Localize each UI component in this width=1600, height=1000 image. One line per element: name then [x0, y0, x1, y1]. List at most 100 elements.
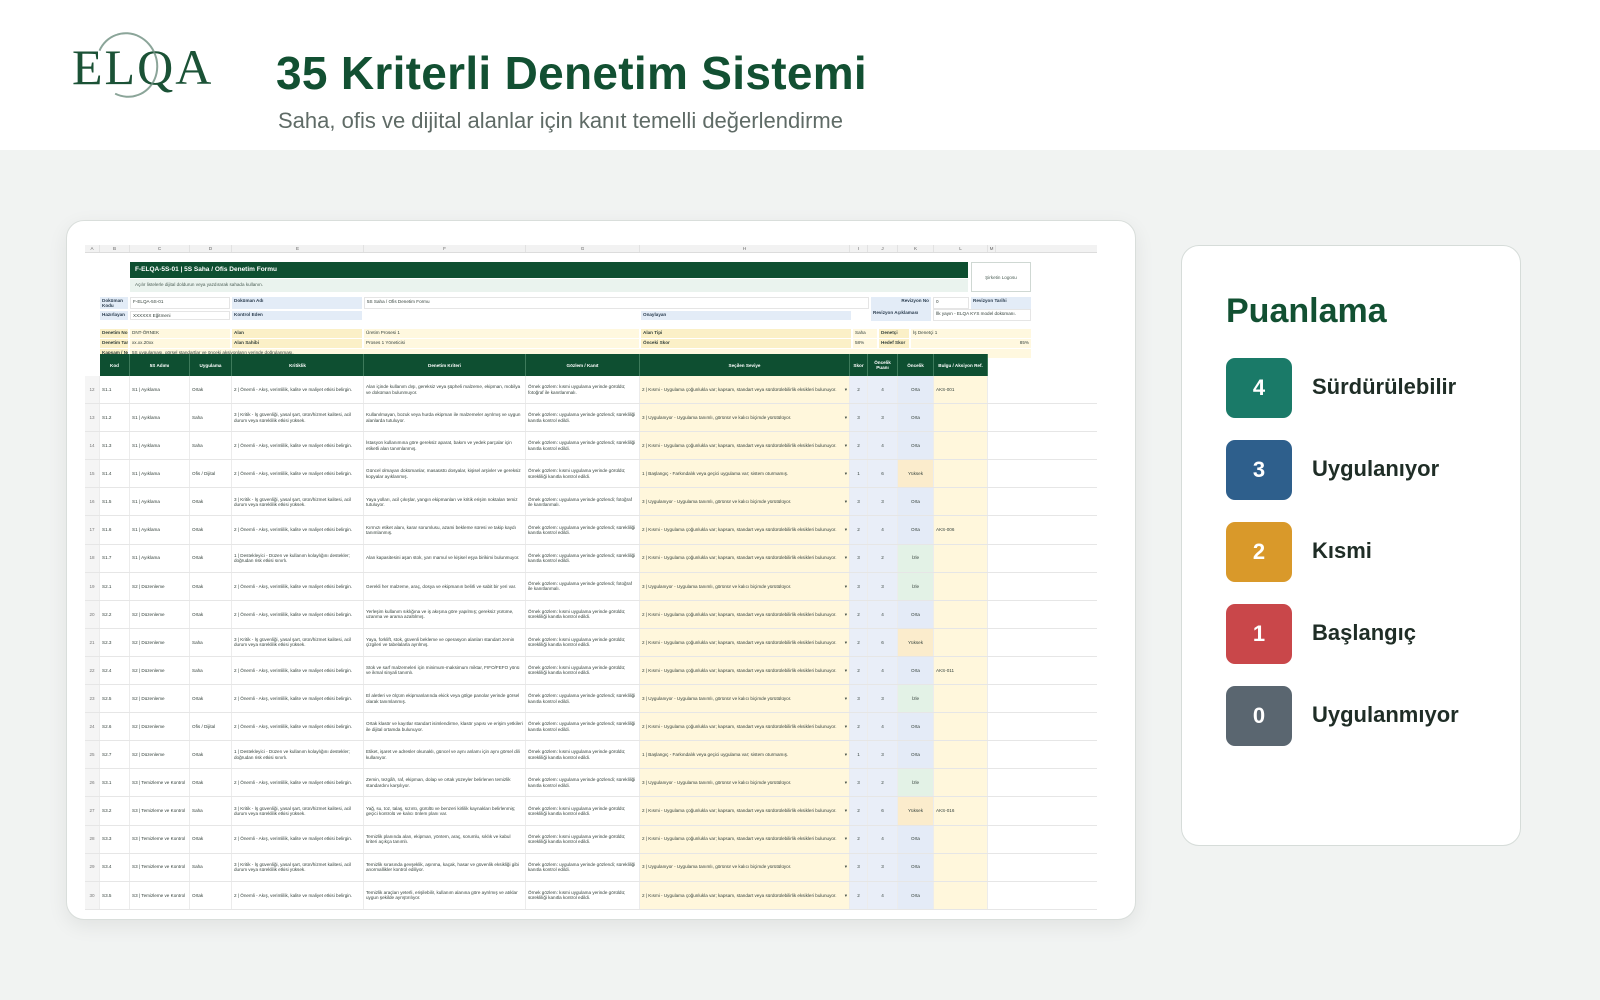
observation-cell[interactable]: Örnek gözlem: uygulama yerinde gözlendi;… — [526, 853, 640, 881]
column-letter-c[interactable]: C — [130, 245, 190, 252]
dropdown-arrow-icon[interactable]: ▾ — [845, 780, 847, 785]
level-select[interactable]: 3 | Uygulanıyor - Uygulama tanımlı, görü… — [640, 769, 850, 797]
auditor-value[interactable]: İş Denetçi 1 — [911, 329, 1031, 338]
observation-cell[interactable]: Örnek gözlem: kısmi uygulama yerinde gör… — [526, 797, 640, 825]
action-ref-cell[interactable] — [934, 825, 988, 853]
area-owner-value[interactable]: Proses 1 Yöneticisi — [364, 339, 639, 348]
action-ref-cell[interactable]: AKS-001 — [934, 376, 988, 404]
dropdown-arrow-icon[interactable]: ▾ — [845, 752, 847, 757]
observation-cell[interactable]: Örnek gözlem: kısmi uygulama yerinde gör… — [526, 628, 640, 656]
revision-desc-value[interactable]: İlk yayın - ELQA KYS model dokümanı. — [933, 309, 1031, 321]
observation-cell[interactable]: Örnek gözlem: uygulama yerinde gözlendi;… — [526, 713, 640, 741]
dropdown-arrow-icon[interactable]: ▾ — [845, 696, 847, 701]
level-select[interactable]: 2 | Kısmi - Uygulama çoğunlukla var; kap… — [640, 881, 850, 909]
observation-cell[interactable]: Örnek gözlem: uygulama yerinde gözlendi;… — [526, 769, 640, 797]
column-letter-g[interactable]: G — [526, 245, 640, 252]
action-ref-cell[interactable] — [934, 685, 988, 713]
dropdown-arrow-icon[interactable]: ▾ — [845, 499, 847, 504]
action-ref-cell[interactable] — [934, 881, 988, 909]
column-letter-j[interactable]: J — [868, 245, 898, 252]
level-select[interactable]: 2 | Kısmi - Uygulama çoğunlukla var; kap… — [640, 516, 850, 544]
area-value[interactable]: Üretim Prosesi 1 — [364, 329, 639, 338]
action-ref-cell[interactable] — [934, 741, 988, 769]
action-ref-cell[interactable] — [934, 432, 988, 460]
observation-cell[interactable]: Örnek gözlem: kısmi uygulama yerinde gör… — [526, 460, 640, 488]
column-letter-m[interactable]: M — [988, 245, 996, 252]
action-ref-cell[interactable] — [934, 713, 988, 741]
column-letter-l[interactable]: L — [934, 245, 988, 252]
level-select[interactable]: 3 | Uygulanıyor - Uygulama tanımlı, görü… — [640, 488, 850, 516]
action-ref-cell[interactable] — [934, 628, 988, 656]
audit-no-value[interactable]: DNT-ÖRNEK — [130, 329, 230, 338]
company-logo-placeholder[interactable]: Şirketin Logosu — [971, 262, 1031, 292]
observation-cell[interactable]: Örnek gözlem: kısmi uygulama yerinde gör… — [526, 656, 640, 685]
level-select[interactable]: 2 | Kısmi - Uygulama çoğunlukla var; kap… — [640, 656, 850, 685]
dropdown-arrow-icon[interactable]: ▾ — [845, 584, 847, 589]
dropdown-arrow-icon[interactable]: ▾ — [845, 836, 847, 841]
area-type-value[interactable]: Saha — [853, 329, 877, 338]
observation-cell[interactable]: Örnek gözlem: uygulama yerinde gözlendi;… — [526, 404, 640, 432]
dropdown-arrow-icon[interactable]: ▾ — [845, 640, 847, 645]
dropdown-arrow-icon[interactable]: ▾ — [845, 387, 847, 392]
column-letter-k[interactable]: K — [898, 245, 934, 252]
action-ref-cell[interactable]: AKS-016 — [934, 797, 988, 825]
dropdown-arrow-icon[interactable]: ▾ — [845, 415, 847, 420]
doc-code-value[interactable]: F-ELQA-5S-01 — [130, 297, 230, 309]
observation-cell[interactable]: Örnek gözlem: kısmi uygulama yerinde gör… — [526, 376, 640, 404]
observation-cell[interactable]: Örnek gözlem: uygulama yerinde gözlendi;… — [526, 544, 640, 572]
dropdown-arrow-icon[interactable]: ▾ — [845, 893, 847, 898]
observation-cell[interactable]: Örnek gözlem: kısmi uygulama yerinde gör… — [526, 825, 640, 853]
dropdown-arrow-icon[interactable]: ▾ — [845, 555, 847, 560]
level-select[interactable]: 2 | Kısmi - Uygulama çoğunlukla var; kap… — [640, 600, 850, 628]
column-letter-a[interactable]: A — [85, 245, 100, 252]
action-ref-cell[interactable] — [934, 769, 988, 797]
level-select[interactable]: 2 | Kısmi - Uygulama çoğunlukla var; kap… — [640, 544, 850, 572]
dropdown-arrow-icon[interactable]: ▾ — [845, 471, 847, 476]
level-select[interactable]: 2 | Kısmi - Uygulama çoğunlukla var; kap… — [640, 628, 850, 656]
action-ref-cell[interactable] — [934, 460, 988, 488]
column-letter-b[interactable]: B — [100, 245, 130, 252]
level-select[interactable]: 3 | Uygulanıyor - Uygulama tanımlı, görü… — [640, 404, 850, 432]
dropdown-arrow-icon[interactable]: ▾ — [845, 864, 847, 869]
level-select[interactable]: 1 | Başlangıç - Farkındalık veya geçici … — [640, 460, 850, 488]
observation-cell[interactable]: Örnek gözlem: uygulama yerinde gözlendi;… — [526, 516, 640, 544]
observation-cell[interactable]: Örnek gözlem: kısmi uygulama yerinde gör… — [526, 741, 640, 769]
previous-score-value[interactable]: 58% — [853, 339, 877, 348]
level-select[interactable]: 2 | Kısmi - Uygulama çoğunlukla var; kap… — [640, 376, 850, 404]
observation-cell[interactable]: Örnek gözlem: uygulama yerinde gözlendi;… — [526, 488, 640, 516]
observation-cell[interactable]: Örnek gözlem: uygulama yerinde gözlendi;… — [526, 685, 640, 713]
action-ref-cell[interactable] — [934, 600, 988, 628]
prepared-by-value[interactable]: XXXXXX Eğitmeni — [130, 311, 230, 320]
level-select[interactable]: 3 | Uygulanıyor - Uygulama tanımlı, görü… — [640, 853, 850, 881]
revision-no-value[interactable]: 0 — [933, 297, 969, 309]
observation-cell[interactable]: Örnek gözlem: uygulama yerinde gözlendi;… — [526, 432, 640, 460]
level-select[interactable]: 3 | Uygulanıyor - Uygulama tanımlı, görü… — [640, 685, 850, 713]
column-letter-e[interactable]: E — [232, 245, 364, 252]
column-letter-i[interactable]: I — [850, 245, 868, 252]
level-select[interactable]: 2 | Kısmi - Uygulama çoğunlukla var; kap… — [640, 713, 850, 741]
action-ref-cell[interactable] — [934, 544, 988, 572]
target-score-value[interactable]: 85% — [911, 339, 1031, 348]
action-ref-cell[interactable]: AKS-006 — [934, 516, 988, 544]
action-ref-cell[interactable]: AKS-011 — [934, 656, 988, 685]
dropdown-arrow-icon[interactable]: ▾ — [845, 443, 847, 448]
dropdown-arrow-icon[interactable]: ▾ — [845, 808, 847, 813]
level-select[interactable]: 2 | Kısmi - Uygulama çoğunlukla var; kap… — [640, 432, 850, 460]
level-select[interactable]: 2 | Kısmi - Uygulama çoğunlukla var; kap… — [640, 825, 850, 853]
action-ref-cell[interactable] — [934, 853, 988, 881]
column-letter-h[interactable]: H — [640, 245, 850, 252]
action-ref-cell[interactable] — [934, 488, 988, 516]
action-ref-cell[interactable] — [934, 572, 988, 600]
doc-name-value[interactable]: 5S Saha / Ofis Denetim Formu — [364, 297, 869, 309]
column-letter-f[interactable]: F — [364, 245, 526, 252]
observation-cell[interactable]: Örnek gözlem: uygulama yerinde gözlendi;… — [526, 572, 640, 600]
audit-date-value[interactable]: xx.xx.20xx — [130, 339, 230, 348]
dropdown-arrow-icon[interactable]: ▾ — [845, 668, 847, 673]
observation-cell[interactable]: Örnek gözlem: kısmi uygulama yerinde gör… — [526, 600, 640, 628]
dropdown-arrow-icon[interactable]: ▾ — [845, 612, 847, 617]
level-select[interactable]: 3 | Uygulanıyor - Uygulama tanımlı, görü… — [640, 572, 850, 600]
dropdown-arrow-icon[interactable]: ▾ — [845, 724, 847, 729]
observation-cell[interactable]: Örnek gözlem: kısmi uygulama yerinde gör… — [526, 881, 640, 909]
level-select[interactable]: 2 | Kısmi - Uygulama çoğunlukla var; kap… — [640, 797, 850, 825]
level-select[interactable]: 1 | Başlangıç - Farkındalık veya geçici … — [640, 741, 850, 769]
